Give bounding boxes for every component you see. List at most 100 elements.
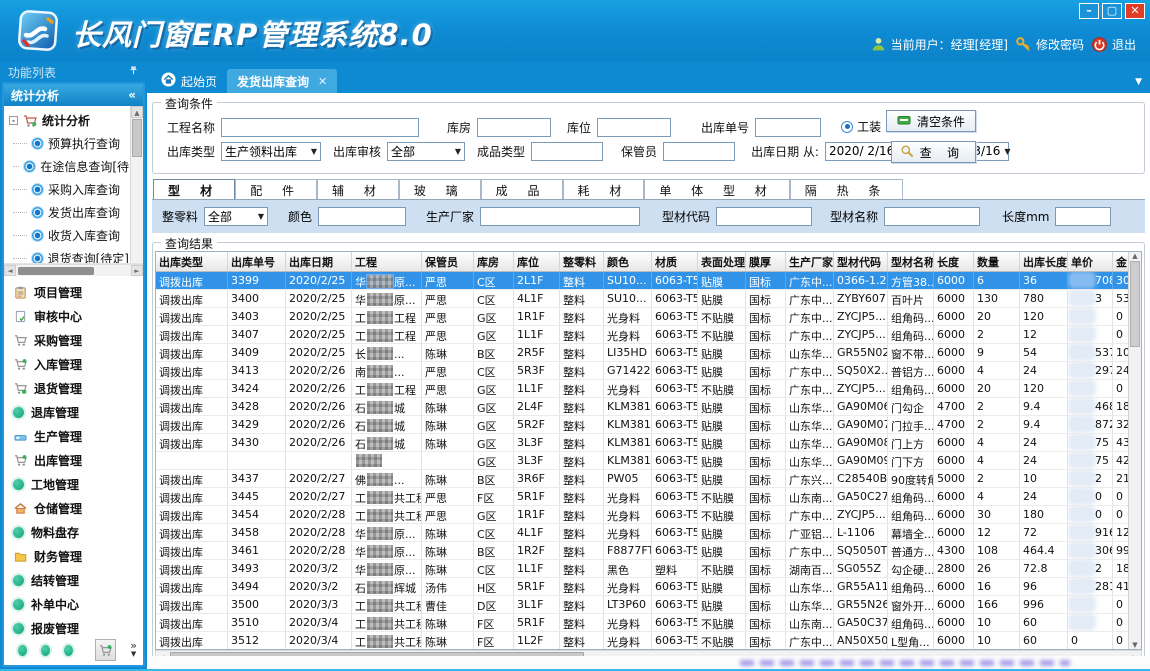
tree-root[interactable]: - 统计分析 (9, 109, 129, 132)
sidebar-item-0[interactable]: 项目管理 (4, 280, 143, 304)
sidebar-item-6[interactable]: 生产管理 (4, 424, 143, 448)
column-header-7[interactable]: 整零料 (560, 252, 604, 271)
manufacturer-input[interactable] (480, 207, 640, 226)
tree-item-4[interactable]: 收货入库查询 (9, 224, 129, 247)
search-button[interactable]: 查 询 (891, 141, 976, 163)
maximize-button[interactable]: ▢ (1102, 3, 1122, 19)
product-type-input[interactable] (531, 142, 603, 161)
keeper-input[interactable] (663, 142, 735, 161)
clear-conditions-button[interactable]: 清空条件 (886, 110, 976, 132)
column-header-1[interactable]: 出库单号 (228, 252, 286, 271)
tab-list-dropdown-icon[interactable]: ▼ (1135, 77, 1142, 87)
sidebar-item-1[interactable]: 审核中心 (4, 304, 143, 328)
table-row[interactable]: G区3L3F整料KLM38176063-T5贴膜国标山东华...GA90M09.… (156, 452, 1141, 470)
column-header-18[interactable]: 单价 (1068, 252, 1113, 271)
sidebar-item-5[interactable]: 退库管理 (4, 400, 143, 424)
table-row[interactable]: 调拨出库34582020/2/28华原...陈琳C区4L1F整料光身料6063-… (156, 524, 1141, 542)
sidebar-item-2[interactable]: 采购管理 (4, 328, 143, 352)
sidebar-item-13[interactable]: 补单中心 (4, 592, 143, 616)
sidebar-item-3[interactable]: 入库管理 (4, 352, 143, 376)
table-row[interactable]: 调拨出库35122020/3/4工共工程陈琳F区1L2F整料光身料6063-T5… (156, 632, 1141, 650)
outbound-no-input[interactable] (755, 118, 821, 137)
column-header-8[interactable]: 颜色 (604, 252, 652, 271)
tab-close-icon[interactable]: ✕ (318, 75, 327, 88)
more-modules-button[interactable]: »▼ (130, 642, 137, 658)
scroll-up-icon[interactable]: ▲ (131, 106, 143, 118)
sidebar-item-9[interactable]: 仓储管理 (4, 496, 143, 520)
table-row[interactable]: 调拨出库34542020/2/28工共工程严思G区1R1F整料光身料6063-T… (156, 506, 1141, 524)
logout-button[interactable]: 退出 (1091, 36, 1136, 53)
tree-item-1[interactable]: 在途信息查询[待 (9, 155, 129, 178)
table-row[interactable]: 调拨出库35102020/3/4工共工程陈琳F区5R1F整料光身料6063-T5… (156, 614, 1141, 632)
tree-item-2[interactable]: 采购入库查询 (9, 178, 129, 201)
module-dot-icon[interactable] (18, 645, 27, 656)
column-header-6[interactable]: 库位 (514, 252, 560, 271)
table-row[interactable]: 调拨出库34032020/2/25工工程严思G区1R1F整料光身料6063-T5… (156, 308, 1141, 326)
sidebar-item-10[interactable]: 物料盘存 (4, 520, 143, 544)
table-row[interactable]: 调拨出库33992020/2/25华原...严思C区2L1F整料SU10...6… (156, 272, 1141, 290)
sidebar-item-7[interactable]: 出库管理 (4, 448, 143, 472)
table-row[interactable]: 调拨出库34292020/2/26石城陈琳G区5R2F整料KLM38176063… (156, 416, 1141, 434)
tree-item-0[interactable]: 预算执行查询 (9, 132, 129, 155)
project-name-input[interactable] (221, 118, 419, 137)
sidebar-item-11[interactable]: 财务管理 (4, 544, 143, 568)
pin-icon[interactable] (128, 65, 139, 79)
tree-vertical-scrollbar[interactable]: ▲ (130, 106, 143, 263)
column-header-12[interactable]: 生产厂家 (786, 252, 834, 271)
warehouse-input[interactable] (477, 118, 551, 137)
table-row[interactable]: 调拨出库34242020/2/26工工程严思G区1L1F整料光身料6063-T5… (156, 380, 1141, 398)
change-password-button[interactable]: 修改密码 (1015, 36, 1084, 53)
material-tab-6[interactable]: 单 体 型 材 (644, 179, 789, 199)
table-row[interactable]: 调拨出库34302020/2/26石城陈琳G区3L3F整料KLM38176063… (156, 434, 1141, 452)
column-header-14[interactable]: 型材名称 (888, 252, 934, 271)
table-row[interactable]: 调拨出库34132020/2/26南...严思C区5R3F整料G71422606… (156, 362, 1141, 380)
column-header-10[interactable]: 表面处理 (698, 252, 746, 271)
minimize-button[interactable]: – (1079, 3, 1099, 19)
sidebar-item-8[interactable]: 工地管理 (4, 472, 143, 496)
table-row[interactable]: 调拨出库34002020/2/25华原...严思C区4L1F整料SU10...6… (156, 290, 1141, 308)
close-button[interactable]: ✕ (1125, 3, 1145, 19)
material-tab-3[interactable]: 玻 璃 (399, 179, 481, 199)
module-dot-icon[interactable] (41, 645, 50, 656)
table-row[interactable]: 调拨出库34612020/2/28华原...陈琳B区1R2F整料F8877FT6… (156, 542, 1141, 560)
table-row[interactable]: 调拨出库34282020/2/26石城陈琳G区2L4F整料KLM38176063… (156, 398, 1141, 416)
table-row[interactable]: 调拨出库34372020/2/27佛...陈琳B区3R6F整料PW056063-… (156, 470, 1141, 488)
scroll-left-icon[interactable]: ◄ (4, 265, 16, 276)
column-header-15[interactable]: 长度 (934, 252, 974, 271)
profile-code-input[interactable] (716, 207, 812, 226)
table-row[interactable]: 调拨出库34092020/2/25长...陈琳B区2R5F整料LI35HD606… (156, 344, 1141, 362)
scroll-right-icon[interactable]: ► (131, 265, 143, 276)
table-row[interactable]: 调拨出库34072020/2/25工工程严思G区1L1F整料光身料6063-T5… (156, 326, 1141, 344)
material-tab-5[interactable]: 耗 材 (563, 179, 645, 199)
table-row[interactable]: 调拨出库35002020/3/3工共工程曹佳D区3L1F整料LT3P606063… (156, 596, 1141, 614)
column-header-16[interactable]: 数量 (974, 252, 1020, 271)
section-header-statistics[interactable]: 统计分析 « (4, 84, 143, 106)
scroll-up-icon[interactable]: ▲ (1129, 252, 1141, 260)
scroll-down-icon[interactable]: ▼ (1129, 641, 1141, 649)
radio-gongzhuang[interactable]: 工装 (841, 118, 881, 135)
column-header-11[interactable]: 膜厚 (746, 252, 786, 271)
material-tab-0[interactable]: 型 材 (153, 179, 235, 199)
sidebar-item-12[interactable]: 结转管理 (4, 568, 143, 592)
tree-horizontal-scrollbar[interactable]: ◄ ► (4, 264, 143, 276)
column-header-9[interactable]: 材质 (652, 252, 698, 271)
column-header-2[interactable]: 出库日期 (286, 252, 352, 271)
grid-vertical-scrollbar[interactable]: ▲ ▼ (1128, 252, 1141, 649)
collapse-icon[interactable]: « (128, 88, 136, 102)
sidebar-item-14[interactable]: 报废管理 (4, 616, 143, 637)
cart-module-button[interactable] (95, 639, 116, 661)
column-header-4[interactable]: 保管员 (422, 252, 474, 271)
tab-home[interactable]: 起始页 (151, 69, 227, 93)
column-header-17[interactable]: 出库长度 (1020, 252, 1068, 271)
material-tab-2[interactable]: 辅 材 (317, 179, 399, 199)
scroll-thumb[interactable] (18, 267, 94, 275)
location-input[interactable] (597, 118, 671, 137)
material-tab-1[interactable]: 配 件 (235, 179, 317, 199)
profile-name-input[interactable] (884, 207, 980, 226)
scroll-thumb[interactable] (1130, 261, 1140, 347)
module-dot-icon[interactable] (64, 645, 73, 656)
tree-item-5[interactable]: 退货查询[待定] (9, 247, 129, 264)
sidebar-item-4[interactable]: 退货管理 (4, 376, 143, 400)
outbound-type-select[interactable]: 生产领料出库▼ (221, 142, 321, 161)
column-header-0[interactable]: 出库类型 (156, 252, 228, 271)
